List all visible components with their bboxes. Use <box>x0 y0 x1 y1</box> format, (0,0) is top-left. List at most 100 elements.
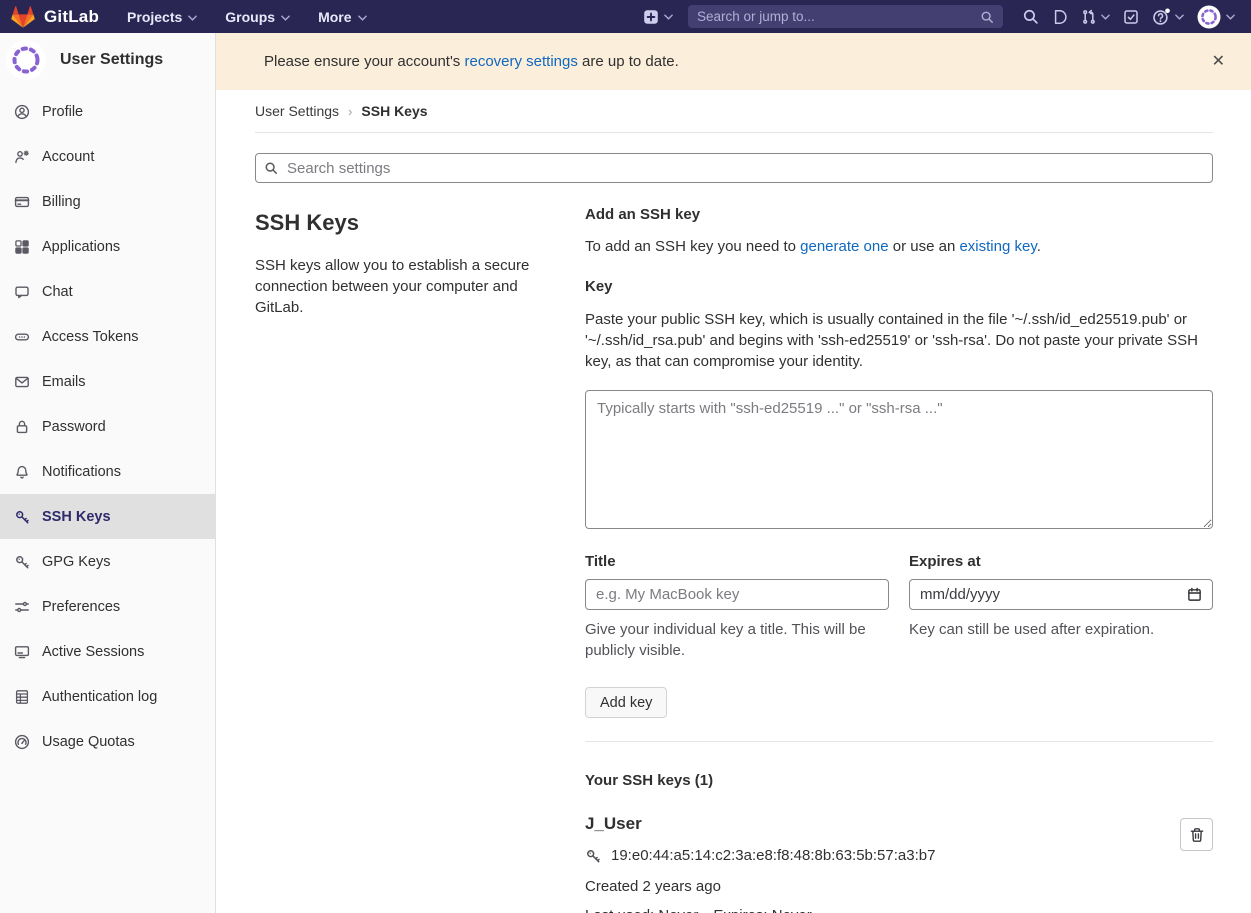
section-form: Add an SSH key To add an SSH key you nee… <box>585 199 1213 913</box>
chevron-down-icon <box>188 15 197 21</box>
monitor-icon <box>14 644 30 660</box>
add-key-button[interactable]: Add key <box>585 687 667 718</box>
sidebar-item-applications[interactable]: Applications <box>0 224 215 269</box>
sidebar-item-label: Authentication log <box>42 689 157 705</box>
sidebar-item-notifications[interactable]: Notifications <box>0 449 215 494</box>
sidebar-title: User Settings <box>60 51 163 69</box>
ssh-key-textarea[interactable] <box>585 390 1213 529</box>
lock-icon <box>14 419 30 435</box>
add-ssh-key-intro: To add an SSH key you need to generate o… <box>585 238 1213 255</box>
new-item-menu-button[interactable] <box>643 9 673 25</box>
global-search <box>688 5 1003 28</box>
ssh-key-last-used: Last used: Never <box>585 907 698 913</box>
intro-text: or use an <box>889 238 960 255</box>
tanuki-logo-icon <box>10 4 36 29</box>
breadcrumb: User Settings › SSH Keys <box>255 103 1213 133</box>
existing-key-link[interactable]: existing key <box>959 238 1036 255</box>
page-title: SSH Keys <box>255 210 555 236</box>
sidebar-item-preferences[interactable]: Preferences <box>0 584 215 629</box>
chevron-down-icon <box>1101 14 1110 20</box>
email-icon <box>14 374 30 390</box>
applications-icon <box>14 239 30 255</box>
settings-sidebar: User Settings Profile Account <box>0 33 216 913</box>
sidebar-item-label: GPG Keys <box>42 554 111 570</box>
merge-request-icon[interactable] <box>1081 9 1110 25</box>
sidebar-item-label: Access Tokens <box>42 329 138 345</box>
global-search-input[interactable] <box>697 9 980 24</box>
key-icon <box>14 554 30 570</box>
sidebar-item-label: Notifications <box>42 464 121 480</box>
sidebar-item-label: SSH Keys <box>42 509 111 525</box>
sidebar-item-account[interactable]: Account <box>0 134 215 179</box>
sidebar-item-authentication-log[interactable]: Authentication log <box>0 674 215 719</box>
sidebar-item-label: Password <box>42 419 106 435</box>
settings-search-input[interactable] <box>255 153 1213 183</box>
sidebar-item-chat[interactable]: Chat <box>0 269 215 314</box>
recovery-settings-alert: Please ensure your account's recovery se… <box>216 33 1251 90</box>
recovery-settings-link[interactable]: recovery settings <box>464 53 577 70</box>
section-summary: SSH Keys SSH keys allow you to establish… <box>255 199 555 913</box>
sidebar-item-emails[interactable]: Emails <box>0 359 215 404</box>
sidebar-item-password[interactable]: Password <box>0 404 215 449</box>
key-field-description: Paste your public SSH key, which is usua… <box>585 309 1213 372</box>
account-icon <box>14 149 30 165</box>
nav-menu-more[interactable]: More <box>318 9 366 25</box>
profile-icon <box>14 104 30 120</box>
token-icon <box>14 329 30 345</box>
breadcrumb-user-settings[interactable]: User Settings <box>255 103 339 119</box>
expires-at-input[interactable] <box>909 579 1213 610</box>
chevron-down-icon <box>664 14 673 20</box>
sidebar-item-active-sessions[interactable]: Active Sessions <box>0 629 215 674</box>
sidebar-item-label: Usage Quotas <box>42 734 135 750</box>
close-icon[interactable]: ✕ <box>1208 50 1229 74</box>
nav-menu-projects[interactable]: Projects <box>127 9 197 25</box>
sidebar-header: User Settings <box>0 33 215 89</box>
todo-icon[interactable] <box>1123 9 1139 25</box>
sidebar-item-usage-quotas[interactable]: Usage Quotas <box>0 719 215 764</box>
calendar-icon[interactable] <box>1187 587 1202 602</box>
sidebar-item-label: Billing <box>42 194 81 210</box>
breadcrumb-container: User Settings › SSH Keys <box>216 90 1251 133</box>
ssh-key-name: J_User <box>585 814 1153 834</box>
issues-icon[interactable] <box>1052 9 1068 25</box>
ssh-key-created: Created 2 years ago <box>585 878 1153 895</box>
sidebar-item-access-tokens[interactable]: Access Tokens <box>0 314 215 359</box>
title-input[interactable] <box>585 579 889 610</box>
sidebar-item-label: Account <box>42 149 94 165</box>
nav-menu-groups[interactable]: Groups <box>225 9 290 25</box>
ssh-key-expires: Expires: Never <box>713 907 811 913</box>
brand-name: GitLab <box>44 7 99 27</box>
breadcrumb-separator: › <box>348 104 352 119</box>
title-field-label: Title <box>585 553 889 570</box>
search-button[interactable] <box>1022 8 1039 25</box>
expires-field-label: Expires at <box>909 553 1213 570</box>
search-icon <box>264 161 278 175</box>
user-menu-button[interactable] <box>1197 5 1235 29</box>
key-field-label: Key <box>585 278 1213 295</box>
trash-icon <box>1189 827 1205 843</box>
sidebar-item-profile[interactable]: Profile <box>0 89 215 134</box>
sidebar-item-ssh-keys[interactable]: SSH Keys <box>0 494 215 539</box>
chevron-down-icon <box>358 15 367 21</box>
sliders-icon <box>14 599 30 615</box>
ssh-key-fingerprint: 19:e0:44:a5:14:c2:3a:e8:f8:48:8b:63:5b:5… <box>611 847 935 864</box>
chevron-down-icon <box>1226 14 1235 20</box>
nav-menu-more-label: More <box>318 9 351 25</box>
sidebar-item-billing[interactable]: Billing <box>0 179 215 224</box>
gitlab-home-link[interactable]: GitLab <box>10 4 99 29</box>
help-icon[interactable] <box>1152 8 1184 26</box>
generate-one-link[interactable]: generate one <box>800 238 888 255</box>
log-icon <box>14 689 30 705</box>
alert-text: Please ensure your account's <box>264 53 464 70</box>
chevron-down-icon <box>1175 14 1184 20</box>
sidebar-item-gpg-keys[interactable]: GPG Keys <box>0 539 215 584</box>
sidebar-item-label: Chat <box>42 284 73 300</box>
sidebar-item-label: Active Sessions <box>42 644 144 660</box>
sidebar-item-label: Profile <box>42 104 83 120</box>
section-divider <box>585 741 1213 742</box>
intro-text: To add an SSH key you need to <box>585 238 800 255</box>
gauge-icon <box>14 734 30 750</box>
delete-key-button[interactable] <box>1180 818 1213 851</box>
page-description: SSH keys allow you to establish a secure… <box>255 255 555 318</box>
billing-icon <box>14 194 30 210</box>
